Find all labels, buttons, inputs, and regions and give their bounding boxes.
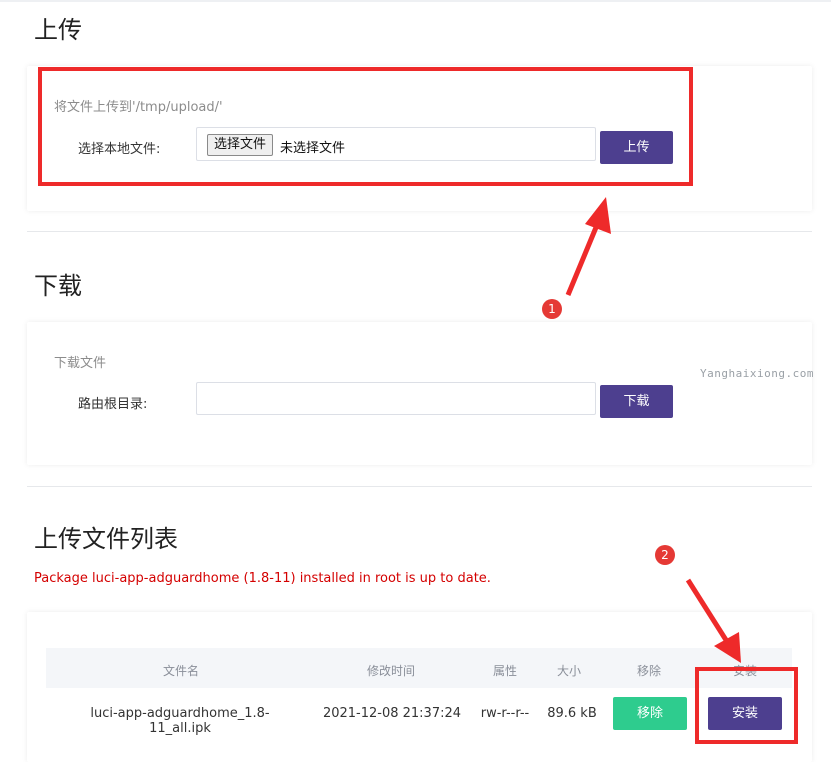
arrow-2-icon <box>685 578 741 663</box>
annotation-badge-1: 1 <box>542 299 562 319</box>
arrow-1-icon <box>565 197 611 296</box>
annotation-arrows <box>565 197 741 663</box>
annotation-badge-2: 2 <box>655 545 675 565</box>
